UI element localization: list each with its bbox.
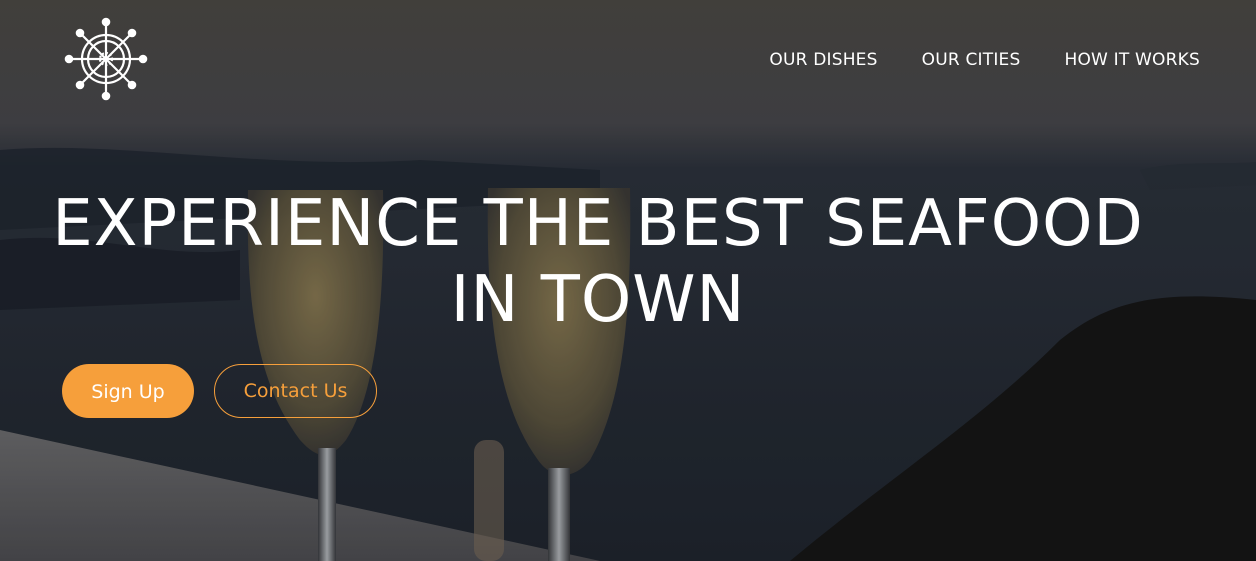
hero-headline-line2: IN TOWN — [450, 263, 746, 337]
nav-our-dishes[interactable]: OUR DISHES — [769, 48, 877, 72]
ship-wheel-icon[interactable] — [64, 16, 150, 102]
nav-our-cities[interactable]: OUR CITIES — [922, 48, 1021, 72]
sign-up-button[interactable]: Sign Up — [62, 364, 194, 418]
hero-section: OUR DISHES OUR CITIES HOW IT WORKS EXPER… — [0, 0, 1256, 561]
hero-headline: EXPERIENCE THE BEST SEAFOOD IN TOWN — [0, 186, 1196, 338]
hero-headline-line1: EXPERIENCE THE BEST SEAFOOD — [52, 187, 1144, 261]
main-nav: OUR DISHES OUR CITIES HOW IT WORKS — [725, 48, 1200, 72]
contact-us-button[interactable]: Contact Us — [214, 364, 377, 418]
nav-how-it-works[interactable]: HOW IT WORKS — [1064, 48, 1200, 72]
